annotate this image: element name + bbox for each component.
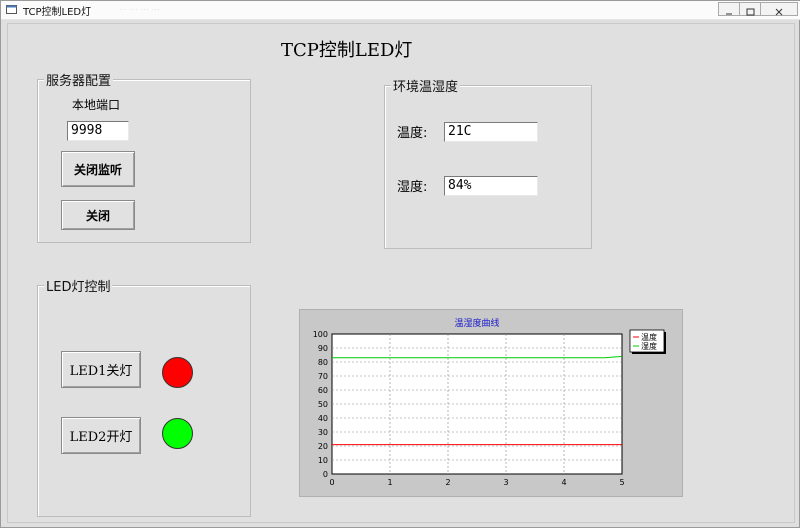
- app-icon: [6, 5, 17, 14]
- led1-off-button[interactable]: LED1关灯: [61, 351, 141, 388]
- title-bar[interactable]: TCP控制LED灯 ... ... ... ...: [1, 1, 800, 20]
- temperature-label: 温度:: [397, 126, 428, 141]
- led2-on-button[interactable]: LED2开灯: [61, 417, 141, 454]
- y-tick-label: 60: [318, 386, 328, 395]
- y-tick-label: 30: [318, 428, 328, 437]
- window-title: TCP控制LED灯: [23, 7, 92, 18]
- y-tick-label: 100: [313, 330, 328, 339]
- temperature-field[interactable]: 21C: [444, 122, 538, 142]
- y-tick-label: 70: [318, 372, 328, 381]
- close-window-button[interactable]: [760, 2, 798, 16]
- y-tick-label: 20: [318, 442, 328, 451]
- legend-label-2: 湿度: [641, 341, 657, 351]
- close-icon: [775, 8, 783, 16]
- maximize-icon: [746, 8, 755, 16]
- stop-listen-button[interactable]: 关闭监听: [61, 151, 135, 187]
- x-tick-label: 0: [329, 478, 334, 487]
- chart-canvas: 温湿度曲线 0 10 20 30 40 50 60 70 80 90 100 0 1 2 3 4 5 温度湿度: [313, 317, 666, 487]
- close-button[interactable]: 关闭: [61, 200, 135, 230]
- y-tick-label: 10: [318, 456, 328, 465]
- humidity-field[interactable]: 84%: [444, 176, 538, 196]
- legend-label-1: 温度: [641, 332, 657, 342]
- port-label: 本地端口: [72, 98, 121, 112]
- led-control-group: LED灯控制: [37, 276, 251, 517]
- environment-title: 环境温湿度: [391, 76, 461, 95]
- x-tick-label: 2: [445, 478, 450, 487]
- y-tick-label: 90: [318, 344, 328, 353]
- y-tick-label: 50: [318, 400, 328, 409]
- app-window: TCP控制LED灯 ... ... ... ... TCP控制LED灯 服务器配…: [0, 0, 800, 528]
- x-tick-label: 1: [387, 478, 392, 487]
- chart-title: 温湿度曲线: [454, 317, 499, 329]
- server-config-title: 服务器配置: [44, 70, 114, 89]
- environment-group: 环境温湿度: [384, 76, 592, 249]
- y-tick-label: 0: [323, 470, 328, 479]
- humidity-label: 湿度:: [397, 180, 428, 195]
- minimize-button[interactable]: [718, 2, 740, 16]
- port-input[interactable]: 9998: [67, 121, 129, 141]
- temp-humidity-chart: 温湿度曲线 0 10 20 30 40 50 60 70 80 90 100 0 1 2 3 4 5 温度 湿度: [299, 309, 683, 497]
- x-tick-label: 5: [619, 478, 624, 487]
- title-ghost-text: ... ... ... ...: [119, 4, 160, 12]
- page-title: TCP控制LED灯: [281, 40, 413, 61]
- minimize-icon: [726, 13, 732, 15]
- x-tick-label: 4: [561, 478, 566, 487]
- maximize-button[interactable]: [739, 2, 761, 16]
- led-control-title: LED灯控制: [44, 276, 113, 295]
- led1-indicator: [162, 357, 193, 388]
- led2-indicator: [162, 418, 193, 449]
- x-tick-label: 3: [503, 478, 508, 487]
- y-tick-label: 80: [318, 358, 328, 367]
- y-tick-label: 40: [318, 414, 328, 423]
